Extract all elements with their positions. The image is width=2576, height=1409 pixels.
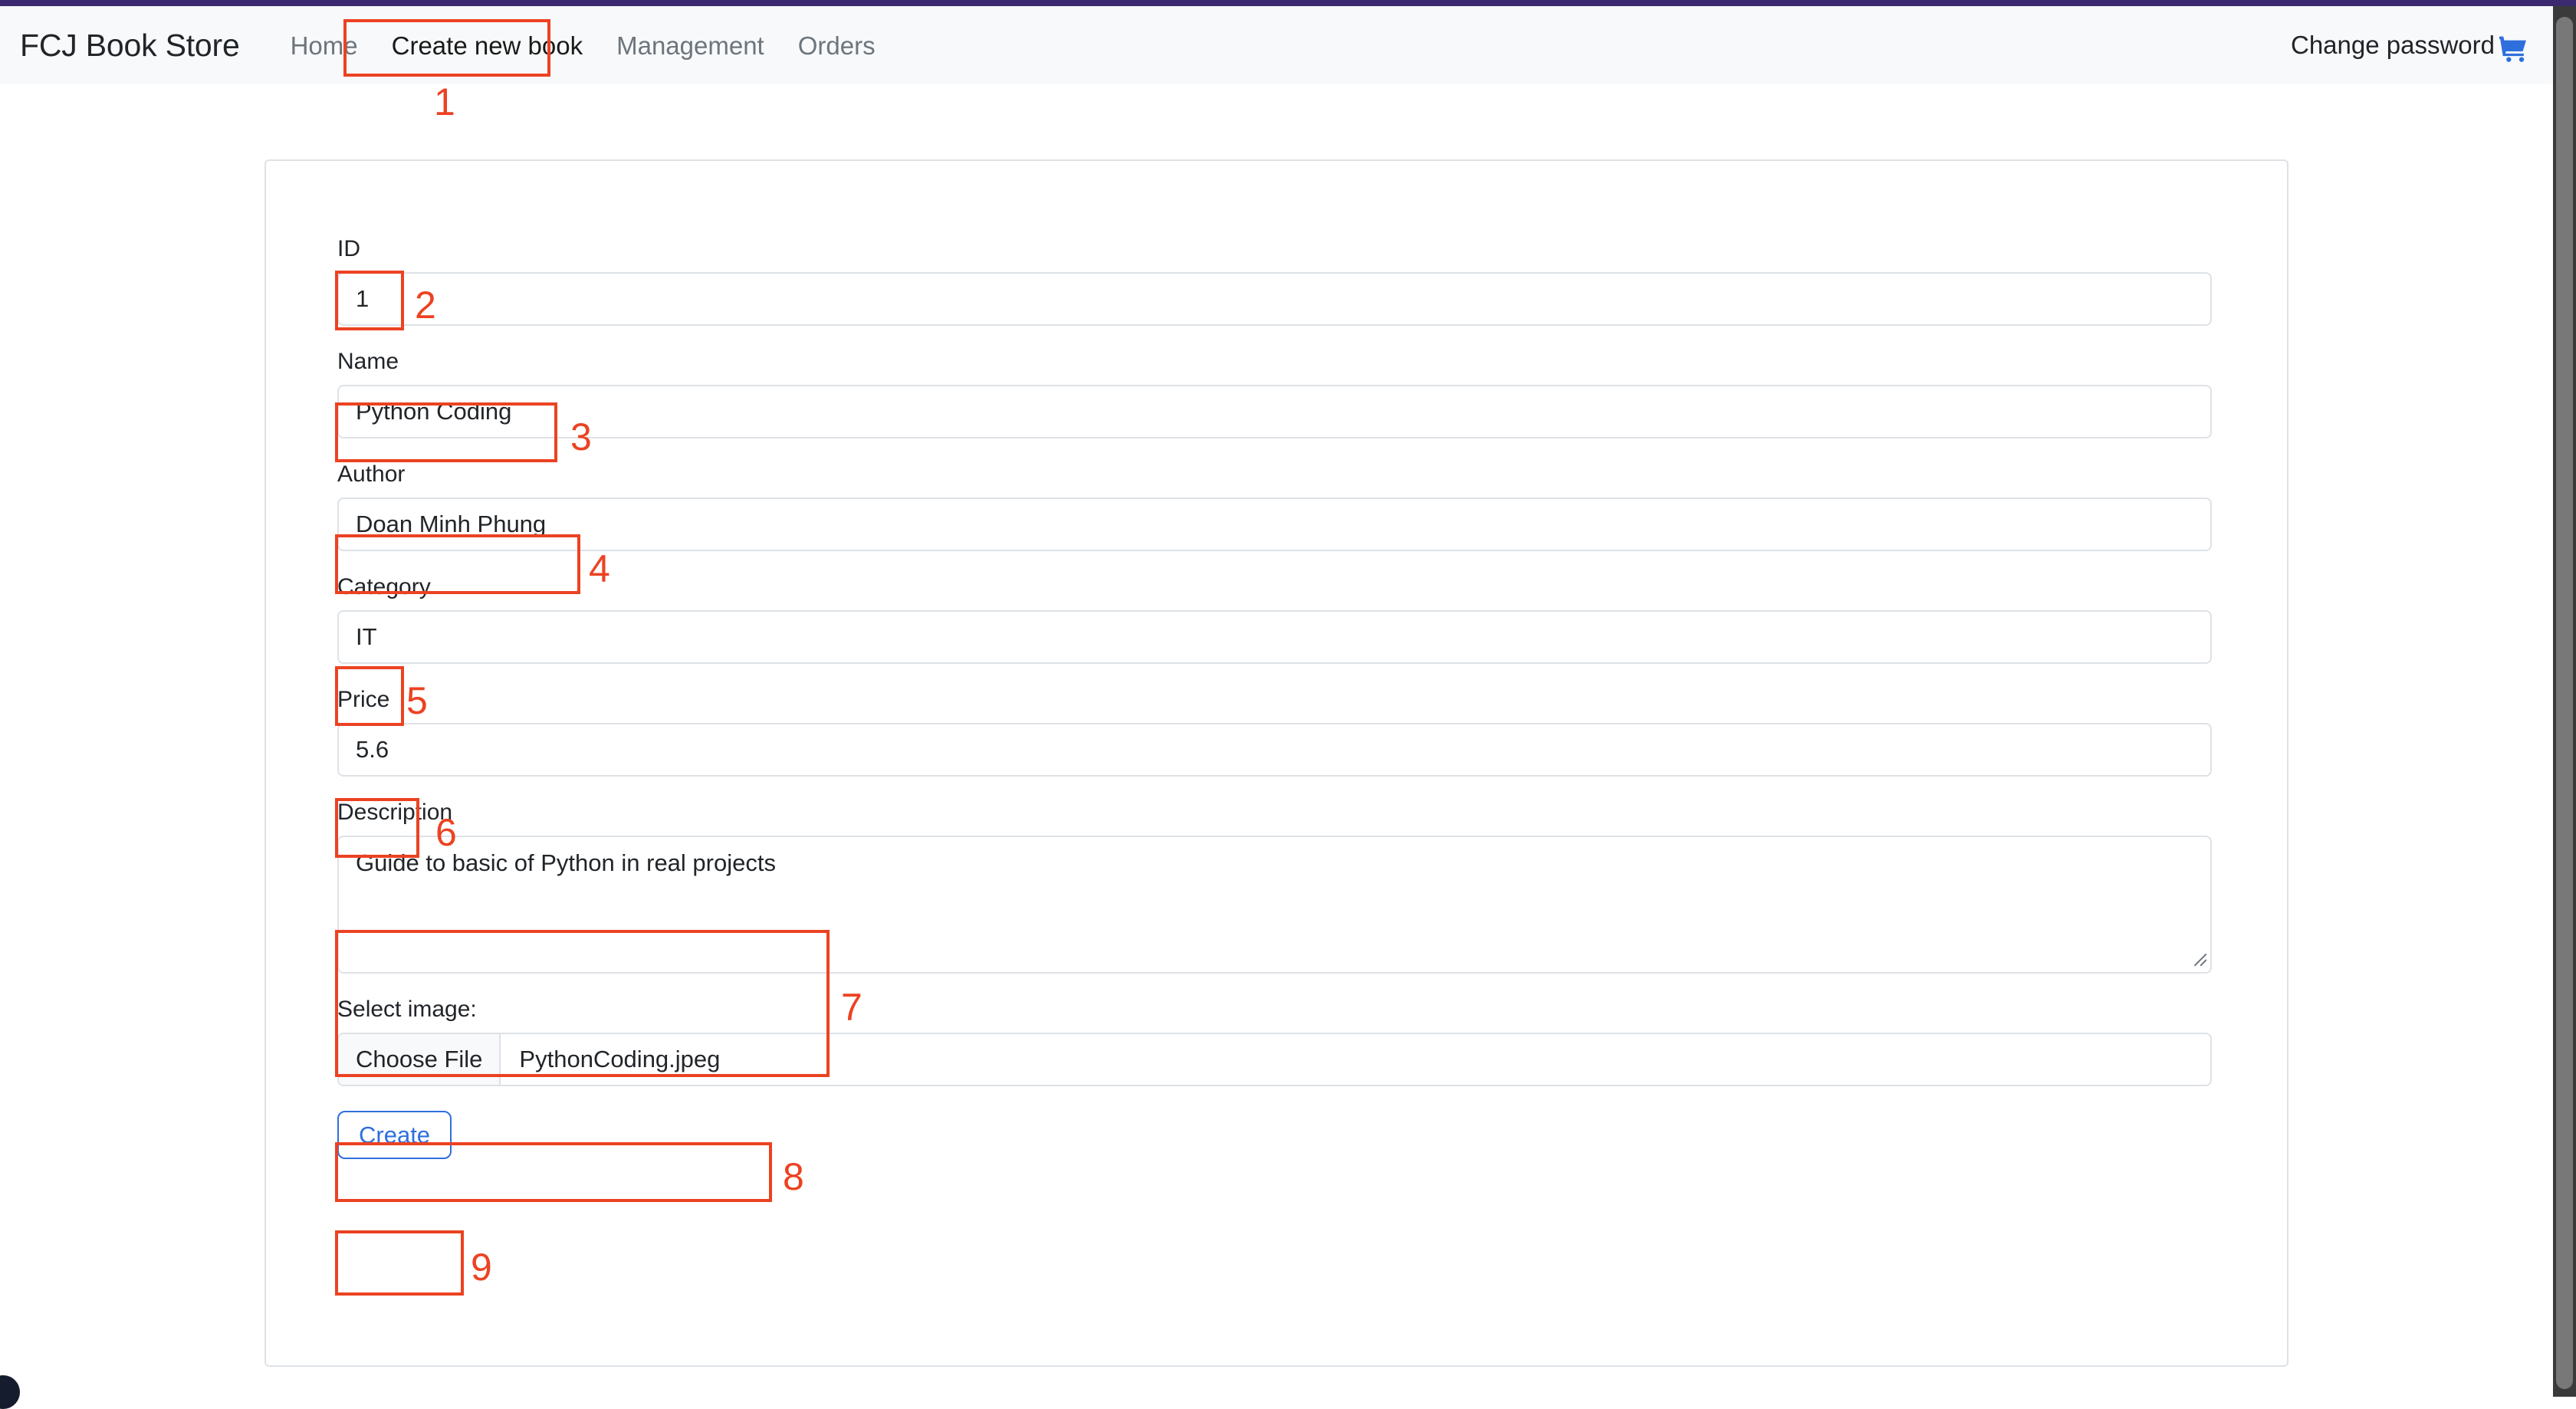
author-input[interactable] [337, 498, 2212, 551]
field-submit: Create [337, 1111, 2216, 1159]
field-select-image: Select image: Choose File PythonCoding.j… [337, 998, 2216, 1086]
choose-file-button[interactable]: Choose File [339, 1034, 501, 1085]
nav-links: Home Create new book Management Orders [274, 33, 892, 58]
label-id: ID [337, 236, 360, 261]
change-password-link[interactable]: Change password [2291, 31, 2495, 60]
browser-top-strip [0, 0, 2576, 6]
nav-link-orders[interactable]: Orders [781, 33, 892, 58]
create-book-form: ID Name Author Category Price Descriptio… [337, 238, 2216, 1159]
nav-link-home[interactable]: Home [274, 33, 375, 58]
browser-corner-artifact [0, 1375, 20, 1409]
description-wrap: Guide to basic of Python in real project… [337, 836, 2216, 974]
price-input[interactable] [337, 723, 2212, 777]
field-description: Description Guide to basic of Python in … [337, 801, 2216, 974]
selected-file-name: PythonCoding.jpeg [519, 1046, 721, 1072]
field-name: Name [337, 350, 2216, 438]
label-category: Category [337, 574, 431, 599]
label-name: Name [337, 349, 399, 374]
page-scrollbar-thumb[interactable] [2556, 17, 2573, 1389]
annotation-number-1: 1 [434, 80, 455, 123]
nav-link-management[interactable]: Management [600, 33, 781, 58]
create-button[interactable]: Create [337, 1111, 452, 1159]
label-description: Description [337, 800, 453, 825]
name-input[interactable] [337, 385, 2212, 438]
label-select-image: Select image: [337, 997, 477, 1022]
field-id: ID [337, 238, 2216, 326]
navbar-right-group: Change password [2291, 30, 2556, 64]
id-input[interactable] [337, 272, 2212, 326]
category-input[interactable] [337, 610, 2212, 664]
field-price: Price [337, 688, 2216, 777]
shopping-cart-icon[interactable] [2496, 34, 2530, 64]
label-author: Author [337, 461, 406, 487]
page-scrollbar-track[interactable] [2553, 6, 2576, 1397]
description-textarea[interactable]: Guide to basic of Python in real project… [337, 836, 2212, 974]
brand-title: FCJ Book Store [20, 27, 240, 63]
navbar: FCJ Book Store Home Create new book Mana… [0, 6, 2576, 84]
file-input[interactable]: Choose File PythonCoding.jpeg [337, 1033, 2212, 1086]
field-category: Category [337, 576, 2216, 664]
nav-link-create-new-book[interactable]: Create new book [375, 33, 600, 58]
field-author: Author [337, 463, 2216, 551]
label-price: Price [337, 687, 390, 712]
